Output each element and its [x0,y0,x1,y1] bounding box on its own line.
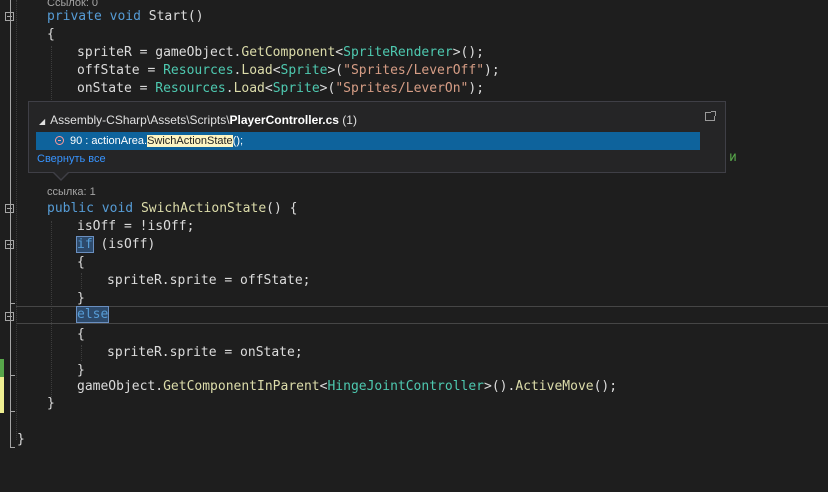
codelens-references[interactable]: ссылка: 1 [47,186,96,198]
method-call: GetComponentInParent [163,379,320,394]
indent-guide [81,273,82,289]
keyword: private [47,9,102,24]
code-text: < [264,81,273,96]
brace: } [77,291,85,306]
reference-icon [55,136,64,145]
string-literal: "Sprites/LeverOff" [343,63,485,78]
method-call: ActiveMove [515,379,594,394]
keyword: public [47,201,94,216]
code-text: ); [484,63,500,78]
peek-row-match: SwichActionState [147,135,233,147]
code-line[interactable]: { [77,326,85,344]
type-name: Sprite [280,63,328,78]
expand-triangle-icon[interactable]: ◢ [39,117,45,126]
method-call: Load [241,63,273,78]
collapse-swich-toggle[interactable] [5,204,14,213]
brace: { [77,327,85,342]
outline-tick [10,303,15,304]
popup-pointer-inner [53,171,69,179]
indent-guide [51,46,52,102]
code-line[interactable]: isOff = !isOff; [77,218,194,236]
change-bar-saved [0,359,4,377]
peek-path: Assembly-CSharp\Assets\Scripts\ [50,113,230,127]
code-line[interactable]: spriteR = gameObject.GetComponent<Sprite… [77,44,484,62]
brace: { [47,27,55,42]
code-text: >(). [484,379,516,394]
outline-tick [10,375,15,376]
code-text: () [187,9,204,24]
type-name: Resources [163,63,234,78]
method-call: Load [233,81,265,96]
outline-line [10,0,11,448]
code-text: >( [327,63,344,78]
collapse-all-link[interactable]: Свернуть все [37,153,106,165]
code-text: >( [319,81,336,96]
code-text: () { [266,201,298,216]
keyword-if-highlighted: if [76,236,94,253]
code-line[interactable]: spriteR.sprite = offState; [107,272,311,290]
brace: } [77,363,85,378]
code-line[interactable]: spriteR.sprite = onState; [107,344,303,362]
code-text: < [335,45,344,60]
collapse-start-toggle[interactable] [5,12,14,21]
keyword-else-highlighted: else [75,306,110,323]
change-bar-unsaved [0,377,4,413]
code-line[interactable]: else [75,306,110,324]
peek-row-suffix: (); [232,135,244,147]
type-name: HingeJointController [327,379,485,394]
code-text: >(); [452,45,485,60]
peek-reference-row[interactable]: 90 : actionArea.SwichActionState(); [36,132,700,150]
code-text: isOff = !isOff; [77,219,195,234]
code-line[interactable]: } [17,431,25,449]
outline-tick [10,447,15,448]
string-literal: "Sprites/LeverOn" [335,81,469,96]
peek-filename: PlayerController.cs [229,113,339,127]
keyword: void [109,9,141,24]
method-name: Start [148,9,188,24]
peek-references-popup: ◢ Assembly-CSharp\Assets\Scripts\PlayerCo… [28,101,726,173]
type-name: Sprite [272,81,320,96]
code-line[interactable]: } [47,395,55,413]
code-text: offState = [77,63,164,78]
code-line[interactable]: onState = Resources.Load<Sprite>("Sprite… [77,80,484,98]
code-text: spriteR.sprite = onState; [107,345,303,360]
code-text: (); [593,379,618,394]
current-line-highlight [16,306,828,324]
code-line[interactable]: { [77,254,85,272]
indent-guide [81,345,82,361]
type-name: Resources [155,81,226,96]
code-text: < [272,63,281,78]
code-text: ); [468,81,485,96]
pin-icon[interactable] [705,111,716,121]
code-text: (isOff) [92,237,156,252]
code-line[interactable]: public void SwichActionState() { [47,200,297,218]
outline-tick [10,411,15,412]
code-text: onState = [77,81,156,96]
brace: { [77,255,85,270]
code-line[interactable]: private void Start() [47,8,204,26]
brace: } [47,396,55,411]
code-line[interactable]: { [47,26,55,44]
code-line[interactable]: gameObject.GetComponentInParent<HingeJoi… [77,378,617,396]
peek-row-prefix: 90 : actionArea. [70,135,148,147]
method-name: SwichActionState [140,201,267,216]
code-text: . [225,81,234,96]
collapse-else-toggle[interactable] [5,312,14,321]
code-line[interactable]: if (isOff) [76,236,156,254]
code-text: gameObject. [77,379,164,394]
method-call: GetComponent [241,45,336,60]
brace: } [17,432,25,447]
hidden-code-fragment: и [729,150,737,165]
code-text: spriteR = gameObject. [77,45,242,60]
keyword: void [101,201,134,216]
peek-group-header[interactable]: ◢ Assembly-CSharp\Assets\Scripts\PlayerCo… [39,113,357,127]
type-name: SpriteRenderer [343,45,453,60]
peek-count: (1) [342,113,357,127]
collapse-if-toggle[interactable] [5,240,14,249]
code-text: spriteR.sprite = offState; [107,273,311,288]
code-line[interactable]: offState = Resources.Load<Sprite>("Sprit… [77,62,500,80]
indent-guide [16,0,17,440]
